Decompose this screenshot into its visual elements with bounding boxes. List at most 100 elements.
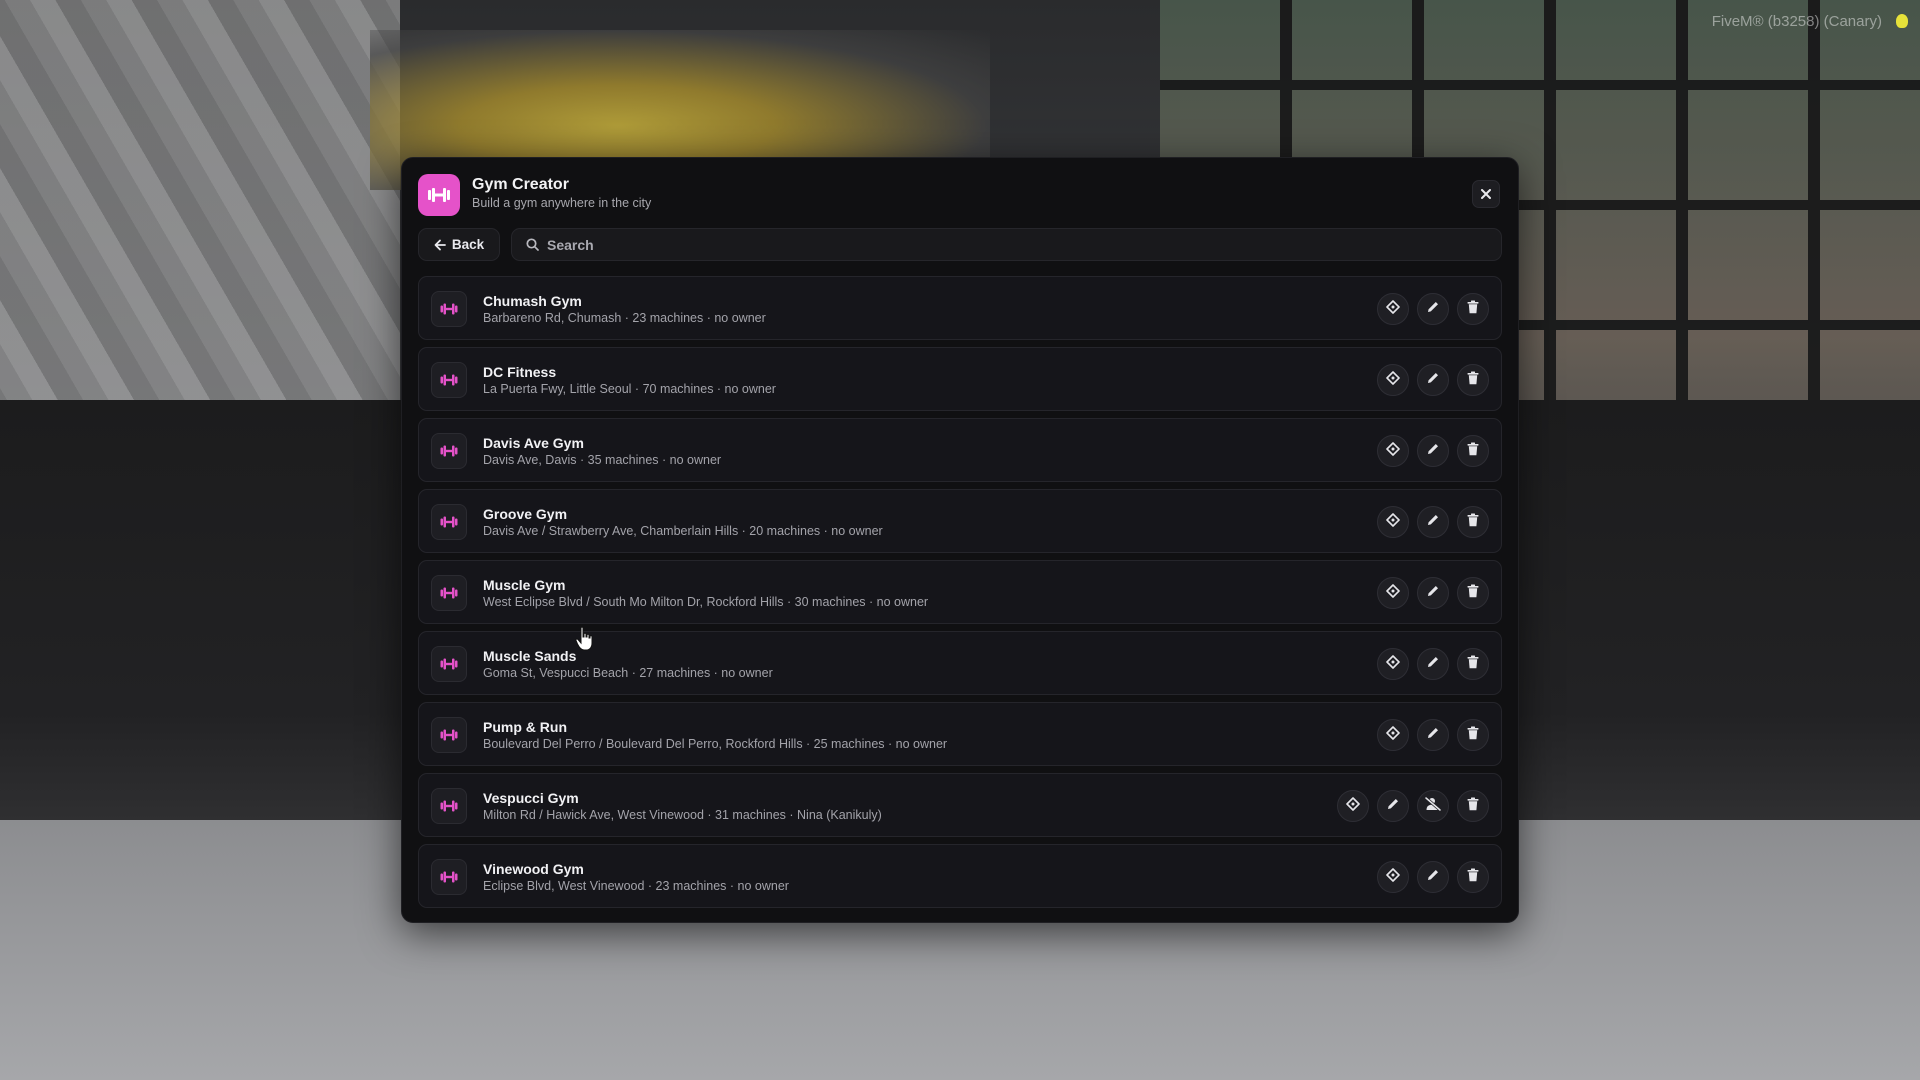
edit-button[interactable] xyxy=(1377,790,1409,822)
gym-row[interactable]: Pump & Run Boulevard Del Perro / Boulevar… xyxy=(418,702,1502,766)
row-actions xyxy=(1377,364,1489,396)
gym-list: Chumash Gym Barbareno Rd, Chumash · 23 ma… xyxy=(418,276,1502,915)
search-box[interactable] xyxy=(511,228,1502,261)
gym-name: Muscle Gym xyxy=(483,577,566,593)
search-icon xyxy=(526,238,539,251)
location-icon xyxy=(1386,512,1400,532)
location-icon xyxy=(1386,370,1400,390)
location-icon xyxy=(1386,299,1400,319)
row-actions xyxy=(1377,719,1489,751)
back-button[interactable]: Back xyxy=(418,228,500,261)
teleport-button[interactable] xyxy=(1377,719,1409,751)
teleport-button[interactable] xyxy=(1377,435,1409,467)
gym-row[interactable]: Groove Gym Davis Ave / Strawberry Ave, Ch… xyxy=(418,489,1502,553)
search-input[interactable] xyxy=(547,236,1501,253)
page-subtitle: Build a gym anywhere in the city xyxy=(472,196,652,210)
location-icon xyxy=(1386,725,1400,745)
gym-name: Pump & Run xyxy=(483,719,567,735)
gym-row[interactable]: Chumash Gym Barbareno Rd, Chumash · 23 ma… xyxy=(418,276,1502,340)
dumbbell-icon xyxy=(431,646,467,682)
pencil-icon xyxy=(1426,300,1440,319)
teleport-button[interactable] xyxy=(1377,648,1409,680)
gym-row[interactable]: Muscle Gym West Eclipse Blvd / South Mo M… xyxy=(418,560,1502,624)
remove-user-icon xyxy=(1425,796,1441,816)
trash-icon xyxy=(1467,371,1479,390)
mouse-cursor-icon xyxy=(575,626,593,651)
pencil-icon xyxy=(1426,655,1440,674)
edit-button[interactable] xyxy=(1417,293,1449,325)
dumbbell-icon xyxy=(431,433,467,469)
gym-details: West Eclipse Blvd / South Mo Milton Dr, … xyxy=(483,595,929,609)
delete-button[interactable] xyxy=(1457,506,1489,538)
teleport-button[interactable] xyxy=(1377,861,1409,893)
gym-name: Groove Gym xyxy=(483,506,568,522)
teleport-button[interactable] xyxy=(1377,364,1409,396)
pencil-icon xyxy=(1426,868,1440,887)
gym-name: Vinewood Gym xyxy=(483,861,584,877)
pencil-icon xyxy=(1426,584,1440,603)
location-icon xyxy=(1386,654,1400,674)
trash-icon xyxy=(1467,797,1479,816)
row-actions xyxy=(1377,648,1489,680)
gym-name: Chumash Gym xyxy=(483,293,582,309)
location-icon xyxy=(1386,867,1400,887)
dumbbell-icon xyxy=(418,174,460,216)
edit-button[interactable] xyxy=(1417,364,1449,396)
close-icon xyxy=(1481,189,1491,199)
edit-button[interactable] xyxy=(1417,577,1449,609)
gym-row[interactable]: DC Fitness La Puerta Fwy, Little Seoul · … xyxy=(418,347,1502,411)
delete-button[interactable] xyxy=(1457,719,1489,751)
remove-owner-button[interactable] xyxy=(1417,790,1449,822)
pencil-icon xyxy=(1426,726,1440,745)
edit-button[interactable] xyxy=(1417,719,1449,751)
gym-row[interactable]: Vinewood Gym Eclipse Blvd, West Vinewood … xyxy=(418,844,1502,908)
dumbbell-icon xyxy=(431,291,467,327)
teleport-button[interactable] xyxy=(1377,577,1409,609)
gym-row[interactable]: Davis Ave Gym Davis Ave, Davis · 35 machi… xyxy=(418,418,1502,482)
gym-creator-panel: Gym Creator Build a gym anywhere in the … xyxy=(401,157,1519,923)
back-button-label: Back xyxy=(451,237,485,252)
edit-button[interactable] xyxy=(1417,435,1449,467)
delete-button[interactable] xyxy=(1457,861,1489,893)
arrow-left-icon xyxy=(434,239,446,250)
dumbbell-icon xyxy=(431,362,467,398)
gym-name: Muscle Sands xyxy=(483,648,577,664)
trash-icon xyxy=(1467,513,1479,532)
pencil-icon xyxy=(1426,371,1440,390)
edit-button[interactable] xyxy=(1417,506,1449,538)
delete-button[interactable] xyxy=(1457,790,1489,822)
delete-button[interactable] xyxy=(1457,364,1489,396)
teleport-button[interactable] xyxy=(1377,506,1409,538)
page-title: Gym Creator xyxy=(472,176,569,193)
row-actions xyxy=(1377,293,1489,325)
edit-button[interactable] xyxy=(1417,861,1449,893)
row-actions xyxy=(1377,435,1489,467)
close-button[interactable] xyxy=(1472,180,1500,208)
dumbbell-icon xyxy=(431,788,467,824)
location-icon xyxy=(1346,796,1360,816)
trash-icon xyxy=(1467,584,1479,603)
teleport-button[interactable] xyxy=(1337,790,1369,822)
gym-details: Boulevard Del Perro / Boulevard Del Perr… xyxy=(483,737,948,751)
row-actions xyxy=(1377,506,1489,538)
delete-button[interactable] xyxy=(1457,293,1489,325)
trash-icon xyxy=(1467,442,1479,461)
pencil-icon xyxy=(1426,442,1440,461)
gym-details: Goma St, Vespucci Beach · 27 machines · … xyxy=(483,666,773,680)
delete-button[interactable] xyxy=(1457,577,1489,609)
gym-details: Davis Ave, Davis · 35 machines · no owne… xyxy=(483,453,722,467)
edit-button[interactable] xyxy=(1417,648,1449,680)
gym-name: Vespucci Gym xyxy=(483,790,579,806)
teleport-button[interactable] xyxy=(1377,293,1409,325)
fivem-logo-icon xyxy=(1896,14,1908,28)
pencil-icon xyxy=(1386,797,1400,816)
delete-button[interactable] xyxy=(1457,648,1489,680)
location-icon xyxy=(1386,441,1400,461)
dumbbell-icon xyxy=(431,575,467,611)
delete-button[interactable] xyxy=(1457,435,1489,467)
gym-details: Barbareno Rd, Chumash · 23 machines · no… xyxy=(483,311,766,325)
gym-row[interactable]: Vespucci Gym Milton Rd / Hawick Ave, West… xyxy=(418,773,1502,837)
row-actions xyxy=(1337,790,1489,822)
gym-name: Davis Ave Gym xyxy=(483,435,584,451)
gym-details: Eclipse Blvd, West Vinewood · 23 machine… xyxy=(483,879,789,893)
